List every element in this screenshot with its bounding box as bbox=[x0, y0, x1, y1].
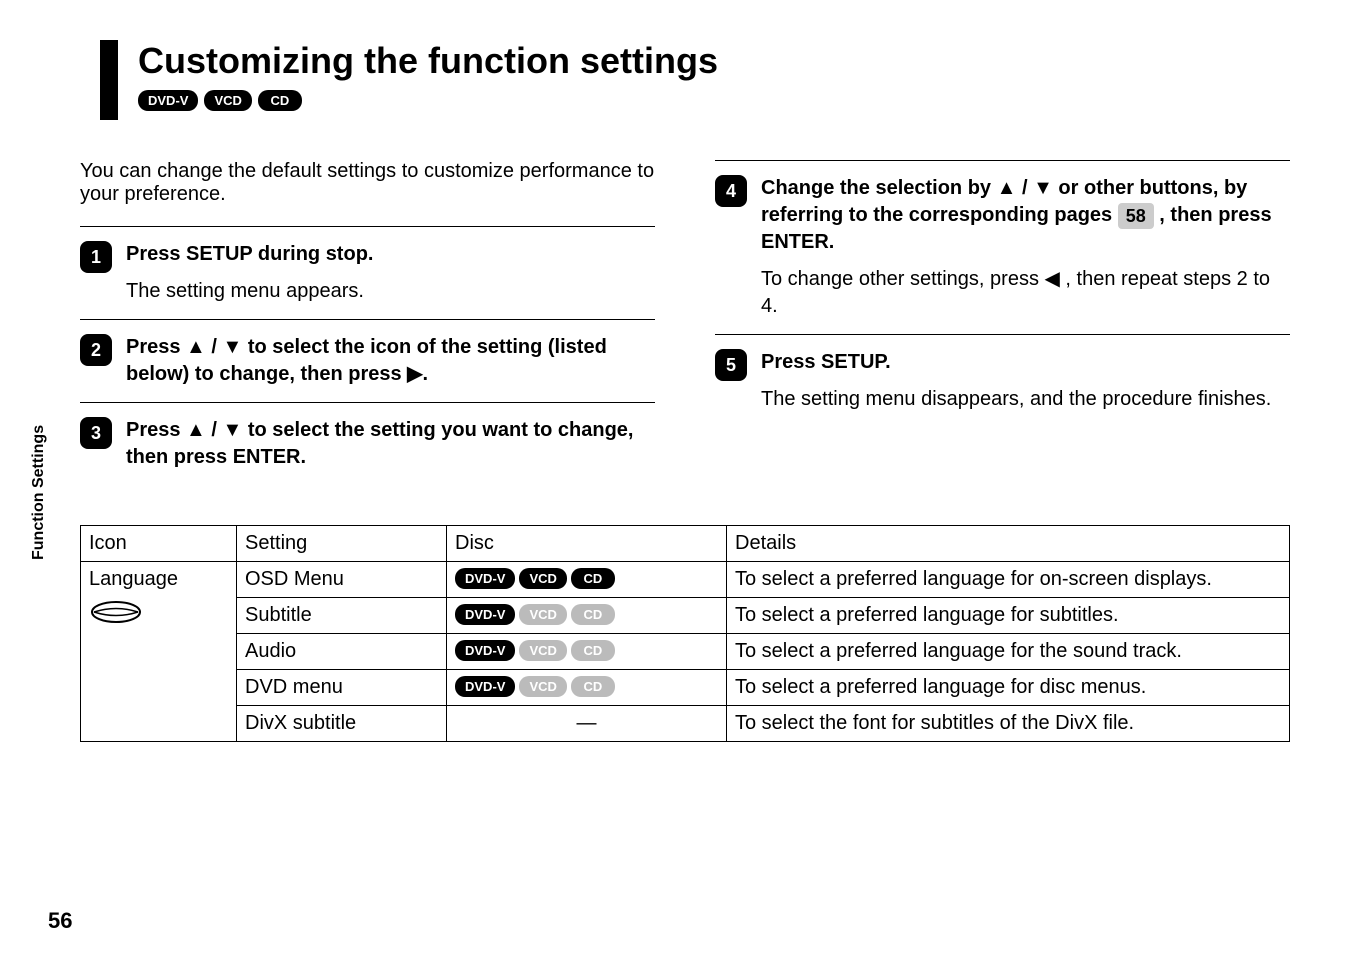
details-cell: To select a preferred language for the s… bbox=[727, 634, 1290, 670]
left-column: You can change the default settings to c… bbox=[80, 160, 655, 485]
step-number: 1 bbox=[80, 241, 112, 273]
disc-badge: DVD-V bbox=[455, 676, 515, 697]
step-description: To change other settings, press ◀ , then… bbox=[761, 266, 1290, 320]
step-number: 2 bbox=[80, 334, 112, 366]
setting-cell: DVD menu bbox=[237, 670, 447, 706]
step-number: 3 bbox=[80, 417, 112, 449]
step-title: Change the selection by ▲ / ▼ or other b… bbox=[761, 175, 1290, 256]
details-cell: To select a preferred language for disc … bbox=[727, 670, 1290, 706]
disc-badge: CD bbox=[571, 640, 615, 661]
setting-cell: Subtitle bbox=[237, 598, 447, 634]
step: 4 Change the selection by ▲ / ▼ or other… bbox=[715, 160, 1290, 334]
step-title: Press SETUP during stop. bbox=[126, 241, 655, 268]
table-row: AudioDVD-VVCDCDTo select a preferred lan… bbox=[81, 634, 1290, 670]
step-title: Press ▲ / ▼ to select the setting you wa… bbox=[126, 417, 655, 471]
step: 5 Press SETUP. The setting menu disappea… bbox=[715, 334, 1290, 427]
table-header: Details bbox=[727, 526, 1290, 562]
table-header: Disc bbox=[447, 526, 727, 562]
table-row: Language OSD MenuDVD-VVCDCDTo select a p… bbox=[81, 562, 1290, 598]
table-row: DivX subtitle—To select the font for sub… bbox=[81, 706, 1290, 742]
step: 2 Press ▲ / ▼ to select the icon of the … bbox=[80, 319, 655, 402]
step-title: Press ▲ / ▼ to select the icon of the se… bbox=[126, 334, 655, 388]
table-row: SubtitleDVD-VVCDCDTo select a preferred … bbox=[81, 598, 1290, 634]
step-description: The setting menu disappears, and the pro… bbox=[761, 386, 1290, 413]
step-number: 5 bbox=[715, 349, 747, 381]
setting-cell: OSD Menu bbox=[237, 562, 447, 598]
page-title: Customizing the function settings bbox=[138, 40, 1290, 82]
step-description: The setting menu appears. bbox=[126, 278, 655, 305]
disc-badge: VCD bbox=[519, 604, 566, 625]
disc-badge: DVD-V bbox=[455, 604, 515, 625]
settings-table: IconSettingDiscDetails Language OSD Menu… bbox=[80, 525, 1290, 742]
disc-badge: VCD bbox=[519, 676, 566, 697]
setting-cell: DivX subtitle bbox=[237, 706, 447, 742]
step: 3 Press ▲ / ▼ to select the setting you … bbox=[80, 402, 655, 485]
disc-badge: CD bbox=[571, 676, 615, 697]
disc-badge: DVD-V bbox=[455, 568, 515, 589]
page-header: Customizing the function settings DVD-V V… bbox=[100, 40, 1290, 120]
details-cell: To select a preferred language for on-sc… bbox=[727, 562, 1290, 598]
right-column: 4 Change the selection by ▲ / ▼ or other… bbox=[715, 160, 1290, 485]
disc-cell: DVD-VVCDCD bbox=[447, 598, 727, 634]
disc-badge: CD bbox=[571, 568, 615, 589]
title-disc-badges: DVD-V VCD CD bbox=[138, 90, 1290, 111]
disc-cell: DVD-VVCDCD bbox=[447, 634, 727, 670]
page-reference: 58 bbox=[1118, 203, 1154, 229]
step-title: Press SETUP. bbox=[761, 349, 1290, 376]
disc-badge: DVD-V bbox=[455, 640, 515, 661]
section-label: Function Settings bbox=[30, 425, 48, 560]
table-row: DVD menuDVD-VVCDCDTo select a preferred … bbox=[81, 670, 1290, 706]
lips-icon bbox=[89, 597, 228, 633]
disc-badge: VCD bbox=[519, 568, 566, 589]
details-cell: To select a preferred language for subti… bbox=[727, 598, 1290, 634]
disc-badge: CD bbox=[571, 604, 615, 625]
step-number: 4 bbox=[715, 175, 747, 207]
disc-cell: DVD-VVCDCD bbox=[447, 670, 727, 706]
disc-badge: DVD-V bbox=[138, 90, 198, 111]
disc-cell: — bbox=[447, 706, 727, 742]
setting-cell: Audio bbox=[237, 634, 447, 670]
disc-badge: CD bbox=[258, 90, 302, 111]
table-header: Icon bbox=[81, 526, 237, 562]
intro-text: You can change the default settings to c… bbox=[80, 160, 655, 206]
group-label: Language bbox=[89, 568, 228, 591]
icon-cell: Language bbox=[81, 562, 237, 742]
details-cell: To select the font for subtitles of the … bbox=[727, 706, 1290, 742]
disc-cell: DVD-VVCDCD bbox=[447, 562, 727, 598]
page-number: 56 bbox=[48, 908, 72, 934]
table-header: Setting bbox=[237, 526, 447, 562]
header-bar-decoration bbox=[100, 40, 118, 120]
disc-badge: VCD bbox=[519, 640, 566, 661]
disc-badge: VCD bbox=[204, 90, 251, 111]
step: 1 Press SETUP during stop. The setting m… bbox=[80, 226, 655, 319]
